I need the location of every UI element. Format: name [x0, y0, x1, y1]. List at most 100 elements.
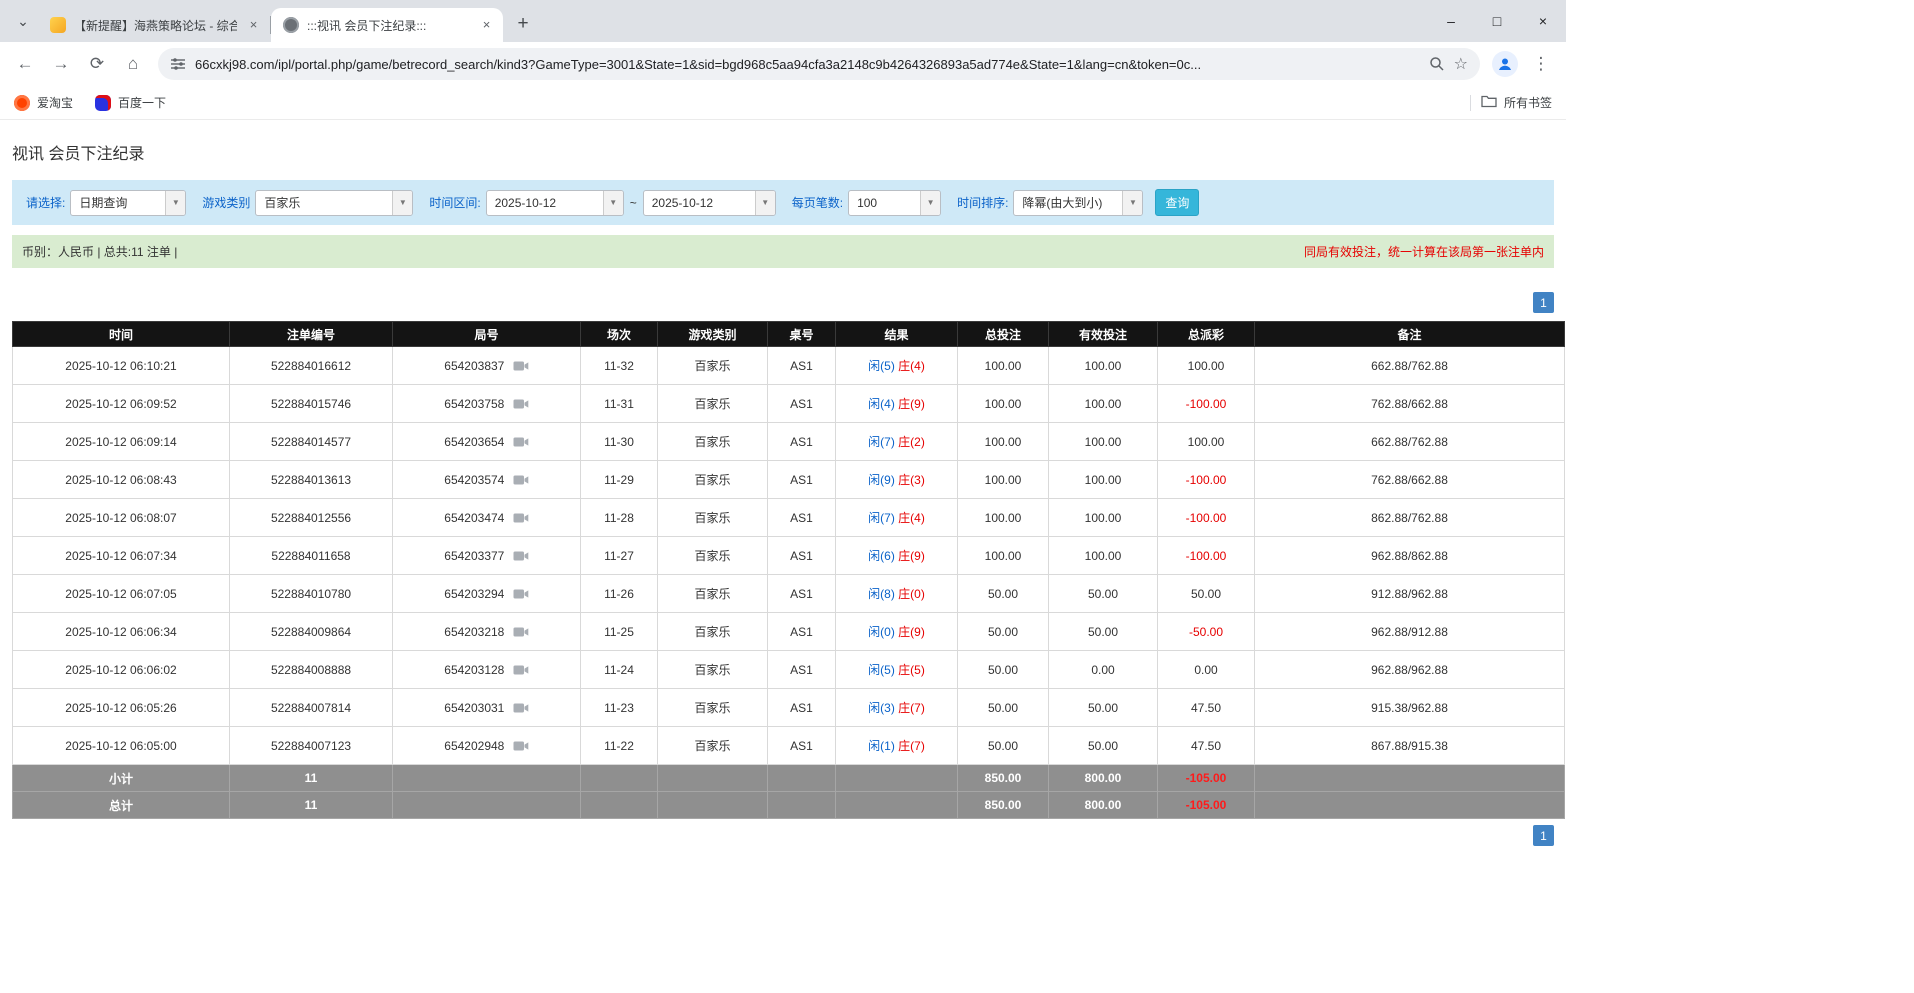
maximize-button[interactable]: □ — [1474, 0, 1520, 42]
chevron-down-icon[interactable]: ▼ — [603, 191, 623, 215]
chevron-down-icon[interactable]: ▼ — [755, 191, 775, 215]
cell-note: 867.88/915.38 — [1255, 727, 1565, 765]
result-banker: 庄(9) — [898, 397, 925, 411]
game-video-icon[interactable] — [513, 436, 529, 448]
cell-total-bet[interactable]: 100.00 — [958, 423, 1049, 461]
tab-forum[interactable]: 【新提醒】海燕策略论坛 - 综合 × — [38, 8, 270, 42]
chevron-down-icon[interactable]: ▼ — [392, 191, 412, 215]
game-video-icon[interactable] — [513, 550, 529, 562]
bookmark-star-icon[interactable]: ☆ — [1454, 54, 1468, 74]
cell-game-type: 百家乐 — [658, 423, 768, 461]
summary-count: 11 — [230, 792, 393, 819]
home-icon[interactable]: ⌂ — [116, 47, 150, 81]
close-window-button[interactable]: × — [1520, 0, 1566, 42]
cell-total-bet[interactable]: 50.00 — [958, 727, 1049, 765]
cell-session: 11-22 — [581, 727, 658, 765]
game-video-icon[interactable] — [513, 702, 529, 714]
cell-total-bet[interactable]: 100.00 — [958, 499, 1049, 537]
cell-round-no: 654203474 — [393, 499, 581, 537]
cell-result: 闲(7) 庄(2) — [836, 423, 958, 461]
table-row: 2025-10-12 06:06:34 522884009864 6542032… — [13, 613, 1565, 651]
page-number-button[interactable]: 1 — [1533, 825, 1554, 846]
cell-total-bet[interactable]: 100.00 — [958, 461, 1049, 499]
cell-payout: 47.50 — [1158, 727, 1255, 765]
back-icon[interactable]: ← — [8, 47, 42, 81]
page-number-button[interactable]: 1 — [1533, 292, 1554, 313]
result-banker: 庄(2) — [898, 435, 925, 449]
close-tab-icon[interactable]: × — [478, 17, 495, 34]
url-bar[interactable]: 66cxkj98.com/ipl/portal.php/game/betreco… — [158, 48, 1480, 80]
cell-round-no: 654203031 — [393, 689, 581, 727]
game-video-icon[interactable] — [513, 512, 529, 524]
cell-bet-no: 522884015746 — [230, 385, 393, 423]
date-to-select[interactable]: 2025-10-12 ▼ — [643, 190, 776, 216]
per-page-select[interactable]: 100 ▼ — [848, 190, 941, 216]
bookmarks-right: 所有书签 — [1470, 94, 1552, 111]
cell-session: 11-28 — [581, 499, 658, 537]
all-bookmarks-label: 所有书签 — [1504, 94, 1552, 111]
chevron-down-icon[interactable]: ▼ — [920, 191, 940, 215]
minimize-button[interactable]: – — [1428, 0, 1474, 42]
url-text[interactable]: 66cxkj98.com/ipl/portal.php/game/betreco… — [195, 57, 1420, 72]
cell-round-no: 654203758 — [393, 385, 581, 423]
profile-avatar[interactable] — [1492, 51, 1518, 77]
window-controls: – □ × — [1428, 0, 1566, 42]
cell-total-bet[interactable]: 50.00 — [958, 613, 1049, 651]
game-video-icon[interactable] — [513, 360, 529, 372]
chevron-down-icon[interactable]: ▼ — [165, 191, 185, 215]
cell-note: 662.88/762.88 — [1255, 347, 1565, 385]
game-video-icon[interactable] — [513, 398, 529, 410]
reload-icon[interactable]: ⟳ — [80, 47, 114, 81]
forward-icon[interactable]: → — [44, 47, 78, 81]
cell-game-type: 百家乐 — [658, 651, 768, 689]
bookmark-taobao[interactable]: 爱淘宝 — [14, 94, 73, 111]
cell-table-no: AS1 — [768, 651, 836, 689]
game-video-icon[interactable] — [513, 626, 529, 638]
search-button[interactable]: 查询 — [1155, 189, 1199, 216]
cell-valid-bet: 50.00 — [1049, 689, 1158, 727]
game-video-icon[interactable] — [513, 740, 529, 752]
date-to-value: 2025-10-12 — [644, 191, 755, 215]
sort-order-select[interactable]: 降幂(由大到小) ▼ — [1013, 190, 1143, 216]
cell-session: 11-24 — [581, 651, 658, 689]
chevron-down-icon[interactable]: ▼ — [1122, 191, 1142, 215]
tab-search-icon[interactable]: ⌄ — [10, 8, 36, 34]
date-from-select[interactable]: 2025-10-12 ▼ — [486, 190, 624, 216]
zoom-icon[interactable] — [1429, 56, 1445, 72]
column-header-table-no: 桌号 — [768, 322, 836, 347]
cell-time: 2025-10-12 06:06:02 — [13, 651, 230, 689]
table-row: 2025-10-12 06:10:21 522884016612 6542038… — [13, 347, 1565, 385]
round-number: 654203574 — [444, 473, 504, 487]
cell-total-bet[interactable]: 100.00 — [958, 385, 1049, 423]
bet-records-table: 时间 注单编号 局号 场次 游戏类别 桌号 结果 总投注 有效投注 总派彩 备注… — [12, 321, 1565, 819]
round-number: 654203758 — [444, 397, 504, 411]
cell-session: 11-27 — [581, 537, 658, 575]
browser-menu-icon[interactable]: ⋮ — [1524, 47, 1558, 81]
result-player: 闲(7) — [868, 435, 895, 449]
table-row: 2025-10-12 06:05:00 522884007123 6542029… — [13, 727, 1565, 765]
game-type-select[interactable]: 百家乐 ▼ — [255, 190, 413, 216]
cell-total-bet[interactable]: 50.00 — [958, 689, 1049, 727]
cell-total-bet[interactable]: 50.00 — [958, 575, 1049, 613]
game-video-icon[interactable] — [513, 588, 529, 600]
cell-bet-no: 522884007814 — [230, 689, 393, 727]
close-tab-icon[interactable]: × — [245, 17, 262, 34]
cell-bet-no: 522884016612 — [230, 347, 393, 385]
cell-game-type: 百家乐 — [658, 499, 768, 537]
all-bookmarks-button[interactable]: 所有书签 — [1481, 94, 1552, 111]
cell-total-bet[interactable]: 50.00 — [958, 651, 1049, 689]
tab-bet-records[interactable]: :::视讯 会员下注纪录::: × — [271, 8, 503, 42]
cell-note: 915.38/962.88 — [1255, 689, 1565, 727]
new-tab-button[interactable]: + — [509, 10, 537, 38]
table-row: 2025-10-12 06:08:43 522884013613 6542035… — [13, 461, 1565, 499]
game-video-icon[interactable] — [513, 474, 529, 486]
cell-total-bet[interactable]: 100.00 — [958, 537, 1049, 575]
result-player: 闲(0) — [868, 625, 895, 639]
baidu-icon — [95, 95, 111, 111]
game-video-icon[interactable] — [513, 664, 529, 676]
cell-game-type: 百家乐 — [658, 537, 768, 575]
bookmark-baidu[interactable]: 百度一下 — [95, 94, 166, 111]
query-mode-select[interactable]: 日期查询 ▼ — [70, 190, 186, 216]
cell-total-bet[interactable]: 100.00 — [958, 347, 1049, 385]
site-settings-icon[interactable] — [170, 56, 186, 72]
